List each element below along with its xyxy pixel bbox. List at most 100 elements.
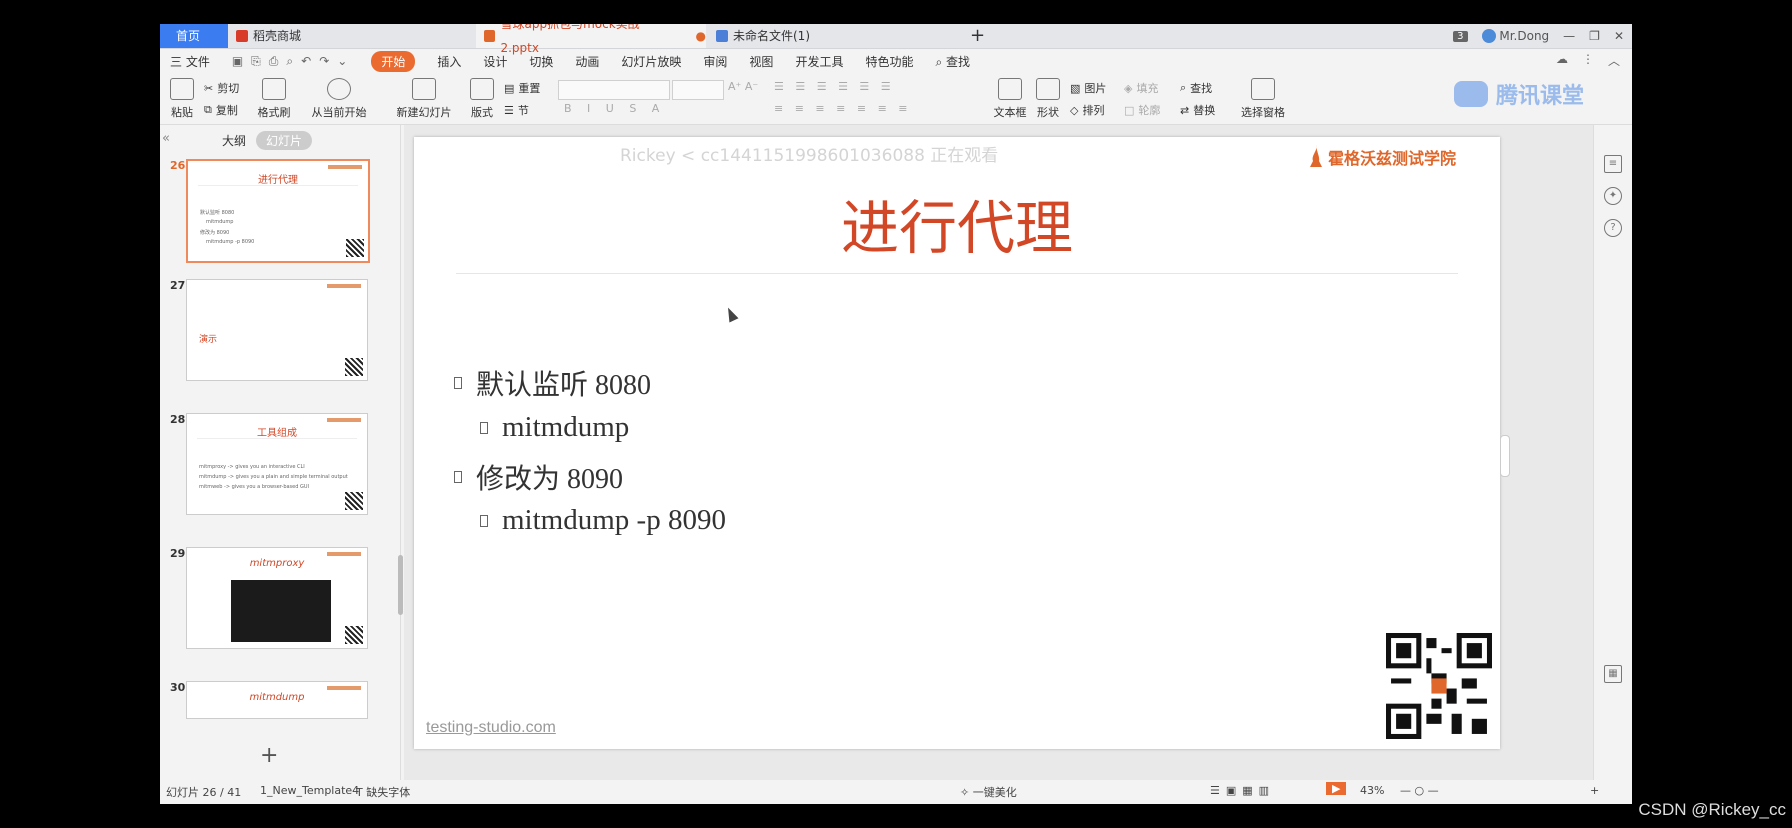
menu-slideshow[interactable]: 幻灯片放映 [621,53,681,70]
magic-icon[interactable]: ✦ [1604,187,1622,205]
bullet-item[interactable]: 默认监听 8080 [454,363,651,403]
menu-view[interactable]: 视图 [749,53,773,70]
file-menu[interactable]: 三 文件 [170,53,210,70]
panel-scrollbar[interactable] [398,555,403,615]
more-icon[interactable]: ⋮ [1582,52,1594,69]
format-painter-label: 格式刷 [257,106,291,119]
menu-developer[interactable]: 开发工具 [795,53,843,70]
font-family-select[interactable] [558,80,670,100]
menu-special[interactable]: 特色功能 [865,53,913,70]
footer-url: testing-studio.com [426,719,556,736]
user-account[interactable]: Mr.Dong [1481,29,1549,44]
save-icon[interactable]: ▣ [232,54,243,69]
doc-file-icon [716,30,728,42]
tab-outline[interactable]: 大纲 [222,132,246,149]
collapse-ribbon-icon[interactable]: ︿ [1608,52,1620,69]
from-current-button[interactable]: 从当前开始 [304,78,374,120]
add-slide-button[interactable]: + [260,743,278,768]
scissors-icon: ✂ [204,81,214,95]
outline-button[interactable]: □ 轮廓 [1124,102,1160,118]
cloud-icon[interactable]: ☁ [1556,52,1568,69]
thumb-tag: 演示 [199,335,218,345]
collapse-panel-icon[interactable]: « [162,131,170,146]
layout-label: 版式 [471,106,493,119]
paragraph-align-icons[interactable]: ≡ ≡ ≡ ≡ ≡ ≡ ≡ [774,102,912,115]
bullet-item[interactable]: mitmdump -p 8090 [480,504,726,537]
preview-icon[interactable]: ⌕ [286,54,293,69]
tab-bar: 首页 稻壳商城 雪球app抓包与mock实战2.pptx ● 未命名文件(1) … [160,24,1632,55]
view-mode-icons[interactable]: ☰▣▦▥ [1210,784,1275,797]
menu-search[interactable]: ⌕ 查找 [935,53,970,70]
grid-view-icon[interactable]: ▦ [1604,665,1622,683]
menu-design[interactable]: 设计 [483,53,507,70]
cut-button[interactable]: ✂ 剪切 [204,80,239,96]
layout-button[interactable]: 版式 [464,78,500,120]
panel-tabs: 大纲 幻灯片 [222,131,313,150]
new-tab-button[interactable]: + [970,24,985,48]
avatar [1481,29,1496,44]
cut-label: 剪切 [217,82,240,95]
find-button[interactable]: ⌕ 查找 [1180,80,1212,96]
slide-thumbnail[interactable]: 进行代理 默认监听 8080 mitmdump 修改为 8090 mitmdum… [186,159,370,263]
textbox-button[interactable]: 文本框 [990,78,1030,120]
menu-review[interactable]: 审阅 [703,53,727,70]
slide-thumbnail[interactable]: 演示 [186,279,368,381]
window-count-badge[interactable]: 3 [1453,30,1468,42]
right-tool-strip: ≡ ✦ ? ▦ [1593,125,1632,780]
font-size-select[interactable] [672,80,724,100]
more-chevron-icon[interactable]: ⌄ [337,54,347,69]
reset-button[interactable]: ▤ 重置 [504,80,540,96]
fill-button[interactable]: ◈ 填充 [1124,80,1158,96]
tab-home[interactable]: 首页 [160,24,228,48]
menu-start[interactable]: 开始 [371,50,416,72]
help-icon[interactable]: ? [1604,219,1622,237]
minimize-icon[interactable]: — [1563,29,1575,43]
slide-thumbnail[interactable]: mitmproxy [186,547,368,649]
canvas-scrollbar[interactable] [1500,135,1510,735]
restore-icon[interactable]: ❐ [1589,29,1600,43]
paragraph-list-icons[interactable]: ☰ ☰ ☰ ☰ ☰ ☰ [774,80,895,93]
copy-button[interactable]: ⧉ 复制 [204,102,238,118]
slide-thumbnail[interactable]: 工具组成 mitmproxy -> gives you an interacti… [186,413,368,515]
tab-pptx-file[interactable]: 雪球app抓包与mock实战2.pptx ● [476,24,706,55]
play-slideshow-icon[interactable]: ▶ [1326,782,1347,795]
slide[interactable]: 霍格沃兹测试学院 进行代理 默认监听 8080 mitmdump 修改为 809… [414,137,1500,749]
section-button[interactable]: ☰ 节 [504,102,529,118]
canvas-scroll-thumb[interactable] [1500,435,1510,477]
font-style-buttons[interactable]: B I U S A [564,102,665,115]
replace-button[interactable]: ⇄ 替换 [1180,102,1215,118]
slide-title[interactable]: 进行代理 [414,181,1500,265]
tab-untitled-file[interactable]: 未命名文件(1) [716,24,916,48]
export-icon[interactable]: ⎘ [251,54,261,69]
tab-daoke[interactable]: 稻壳商城 [236,24,456,48]
select-pane-button[interactable]: 选择窗格 [1238,78,1288,120]
menu-insert[interactable]: 插入 [437,53,461,70]
new-slide-button[interactable]: 新建幻灯片 [390,78,458,120]
undo-icon[interactable]: ↶ [301,54,311,69]
close-icon[interactable]: ✕ [1614,29,1624,43]
zoom-in-icon[interactable]: + [1590,784,1599,797]
missing-font[interactable]: T 缺失字体 [356,784,410,800]
bullet-item[interactable]: mitmdump [480,411,629,444]
bullet-item[interactable]: 修改为 8090 [454,457,623,497]
beautify-button[interactable]: ✧ 一键美化 [960,784,1017,800]
qr-code [1386,633,1492,739]
menu-transition[interactable]: 切换 [529,53,553,70]
picture-button[interactable]: ▧ 图片 [1070,80,1106,96]
slide-thumbnail[interactable]: mitmdump [186,681,368,719]
from-current-label: 从当前开始 [311,106,367,119]
redo-icon[interactable]: ↷ [319,54,329,69]
template-name[interactable]: 1_New_Template4 [260,784,359,797]
menu-animation[interactable]: 动画 [575,53,599,70]
textbox-label: 文本框 [993,106,1027,119]
paste-button[interactable]: 粘贴 [166,78,198,120]
arrange-button[interactable]: ◇ 排列 [1070,102,1104,118]
settings-sliders-icon[interactable]: ≡ [1604,155,1622,173]
tab-slides[interactable]: 幻灯片 [256,131,313,150]
print-icon[interactable]: ⎙ [269,54,279,69]
font-size-buttons[interactable]: A⁺ A⁻ [728,80,758,93]
shape-button[interactable]: 形状 [1032,78,1064,120]
zoom-slider[interactable]: — ○ — [1400,784,1439,797]
zoom-level[interactable]: 43% [1360,784,1384,797]
format-painter-button[interactable]: 格式刷 [254,78,294,120]
